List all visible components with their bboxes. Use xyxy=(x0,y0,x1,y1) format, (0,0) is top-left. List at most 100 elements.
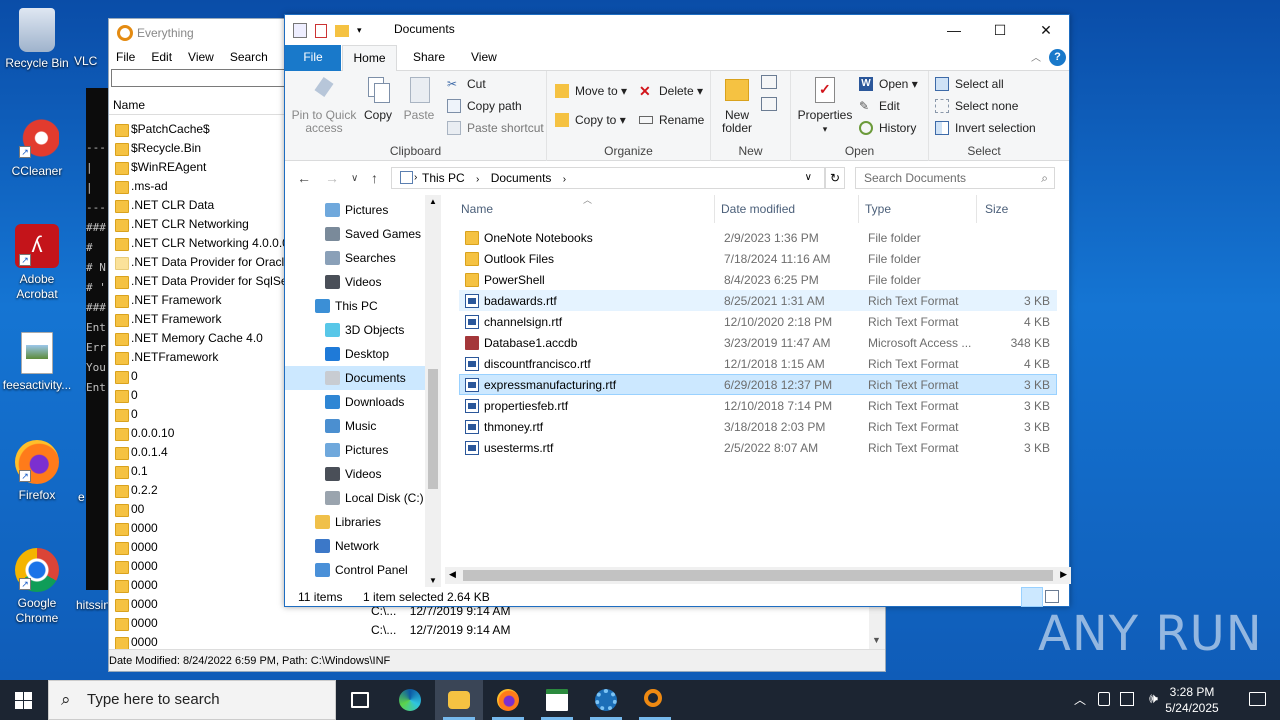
copy-to-button[interactable]: Copy to ▾ xyxy=(555,110,626,130)
navigation-pane-scrollbar[interactable]: ▲ ▼ xyxy=(425,195,441,587)
file-row[interactable]: thmoney.rtf 3/18/2018 2:03 PM Rich Text Fo… xyxy=(459,416,1057,437)
everything-result-row[interactable]: $PatchCache$ xyxy=(109,120,285,139)
delete-button[interactable]: ✕ Delete ▾ xyxy=(639,81,703,101)
desktop-icon-firefox[interactable]: ↗ Firefox xyxy=(0,440,74,503)
everything-result-row[interactable]: C:\... 12/7/2019 9:14 AM xyxy=(371,621,510,640)
column-header-name[interactable]: Name xyxy=(457,195,715,223)
everything-result-row[interactable]: .NETFramework xyxy=(109,348,285,367)
taskbar-edge[interactable] xyxy=(386,680,434,720)
close-button[interactable]: ✕ xyxy=(1023,15,1069,45)
easy-access-icon[interactable] xyxy=(761,97,777,111)
edit-button[interactable]: ✎ Edit xyxy=(859,96,900,116)
everything-result-row[interactable]: 0 xyxy=(109,386,285,405)
nav-item[interactable]: Network xyxy=(285,534,425,558)
nav-item[interactable]: Desktop xyxy=(285,342,425,366)
file-row[interactable]: Database1.accdb 3/23/2019 11:47 AM Microso… xyxy=(459,332,1057,353)
taskbar-file-explorer[interactable] xyxy=(435,680,483,720)
column-header-type[interactable]: Type xyxy=(861,195,977,223)
file-row[interactable]: channelsign.rtf 12/10/2020 2:18 PM Rich Te… xyxy=(459,311,1057,332)
move-to-button[interactable]: Move to ▾ xyxy=(555,81,627,101)
open-button[interactable]: W Open ▾ xyxy=(859,74,918,94)
nav-item[interactable]: Pictures xyxy=(285,198,425,222)
file-list-horizontal-scrollbar[interactable]: ◀ ▶ xyxy=(445,567,1071,584)
task-view-button[interactable] xyxy=(336,680,384,720)
desktop-icon-vlc[interactable]: VLC xyxy=(74,54,110,69)
breadcrumb-documents[interactable]: Documents xyxy=(491,171,552,185)
clock[interactable]: 3:28 PM 5/24/2025 xyxy=(1162,684,1222,716)
nav-item[interactable]: Control Panel xyxy=(285,558,425,582)
column-header-size[interactable]: Size xyxy=(981,195,1057,223)
menu-view[interactable]: View xyxy=(188,47,214,67)
nav-item[interactable]: Music xyxy=(285,414,425,438)
desktop-icon-feesactivity[interactable]: feesactivity... xyxy=(0,332,74,393)
nav-item[interactable]: Saved Games xyxy=(285,222,425,246)
volume-icon[interactable]: 🕪 xyxy=(1149,690,1158,707)
search-documents-input[interactable]: Search Documents ⌕ xyxy=(855,167,1055,189)
everything-result-row[interactable]: 0000 xyxy=(109,557,285,576)
file-row[interactable]: expressmanufacturing.rtf 6/29/2018 12:37 … xyxy=(459,374,1057,395)
invert-selection-button[interactable]: Invert selection xyxy=(935,118,1036,138)
refresh-icon[interactable]: ↻ xyxy=(825,167,845,189)
everything-column-name[interactable]: Name xyxy=(109,95,285,115)
desktop-icon-recycle-bin[interactable]: Recycle Bin xyxy=(0,8,74,71)
tab-file[interactable]: File xyxy=(285,45,341,71)
everything-result-row[interactable]: .NET Memory Cache 4.0 xyxy=(109,329,285,348)
explorer-window[interactable]: ▾ Documents — ☐ ✕ File Home Share View ︿… xyxy=(284,14,1071,607)
tray-overflow-chevron-icon[interactable]: ︿ xyxy=(1074,691,1086,708)
everything-result-row[interactable]: 0 xyxy=(109,367,285,386)
recent-locations-chevron-icon[interactable]: ∨ xyxy=(351,173,358,184)
nav-item[interactable]: Documents xyxy=(285,366,425,390)
nav-item[interactable]: Videos xyxy=(285,462,425,486)
everything-result-row[interactable]: 0000 xyxy=(109,595,285,614)
collapse-ribbon-icon[interactable]: ︿ xyxy=(1031,49,1041,64)
paste-shortcut-button[interactable]: Paste shortcut xyxy=(447,118,544,138)
properties-button[interactable]: ✓ Properties ▾ xyxy=(795,75,855,136)
start-button[interactable] xyxy=(0,680,48,720)
file-row[interactable]: badawards.rtf 8/25/2021 1:31 AM Rich Text … xyxy=(459,290,1057,311)
everything-result-row[interactable]: 0000 xyxy=(109,576,285,595)
file-row[interactable]: propertiesfeb.rtf 12/10/2018 7:14 PM Rich … xyxy=(459,395,1057,416)
file-row[interactable]: OneNote Notebooks 2/9/2023 1:36 PM File fo… xyxy=(459,227,1057,248)
menu-edit[interactable]: Edit xyxy=(151,47,172,67)
back-arrow-icon[interactable]: ← xyxy=(297,170,311,186)
nav-item[interactable]: Downloads xyxy=(285,390,425,414)
everything-result-row[interactable]: .NET Data Provider for Oracle xyxy=(109,253,285,272)
paste-button[interactable]: Paste xyxy=(399,75,439,122)
file-row[interactable]: PowerShell 8/4/2023 6:25 PM File folder xyxy=(459,269,1057,290)
everything-result-row[interactable]: 0.0.0.10 xyxy=(109,424,285,443)
desktop-icon-ccleaner[interactable]: ↗ CCleaner xyxy=(0,116,74,179)
column-header-date-modified[interactable]: Date modified xyxy=(717,195,859,223)
everything-result-row[interactable]: 0.1 xyxy=(109,462,285,481)
everything-search-input[interactable] xyxy=(111,69,291,87)
file-row[interactable]: discountfrancisco.rtf 12/1/2018 1:15 AM Ri… xyxy=(459,353,1057,374)
menu-search[interactable]: Search xyxy=(230,47,268,67)
select-none-button[interactable]: Select none xyxy=(935,96,1018,116)
large-icons-view-icon[interactable] xyxy=(1045,590,1059,603)
taskbar-app-window[interactable] xyxy=(533,680,581,720)
desktop-icon-partial[interactable]: hitssin xyxy=(76,598,110,613)
customize-dropdown-icon[interactable]: ▾ xyxy=(357,25,362,36)
everything-result-row[interactable]: $Recycle.Bin xyxy=(109,139,285,158)
taskbar-search-box[interactable]: ⌕ Type here to search xyxy=(48,680,336,720)
forward-arrow-icon[interactable]: → xyxy=(325,170,339,186)
tab-home[interactable]: Home xyxy=(342,45,397,72)
minimize-button[interactable]: — xyxy=(931,15,977,45)
scrollbar-thumb[interactable] xyxy=(428,369,438,489)
copy-button[interactable]: Copy xyxy=(359,75,397,122)
everything-result-row[interactable]: 0000 xyxy=(109,519,285,538)
everything-result-row[interactable]: 0000 xyxy=(109,538,285,557)
nav-item[interactable]: Libraries xyxy=(285,510,425,534)
network-icon[interactable] xyxy=(1120,692,1134,706)
menu-file[interactable]: File xyxy=(116,47,135,67)
everything-result-row[interactable]: .NET Data Provider for SqlServ xyxy=(109,272,285,291)
everything-result-row[interactable]: 0.2.2 xyxy=(109,481,285,500)
everything-result-row[interactable]: .NET Framework xyxy=(109,291,285,310)
nav-item[interactable]: Videos xyxy=(285,270,425,294)
everything-result-row[interactable]: .ms-ad xyxy=(109,177,285,196)
scrollbar-thumb[interactable] xyxy=(463,570,1053,581)
everything-result-row[interactable]: .NET Framework xyxy=(109,310,285,329)
new-folder-quick-icon[interactable] xyxy=(335,24,349,37)
everything-result-row[interactable]: .NET CLR Data xyxy=(109,196,285,215)
cut-button[interactable]: ✂ Cut xyxy=(447,74,486,94)
tab-view[interactable]: View xyxy=(457,45,511,71)
